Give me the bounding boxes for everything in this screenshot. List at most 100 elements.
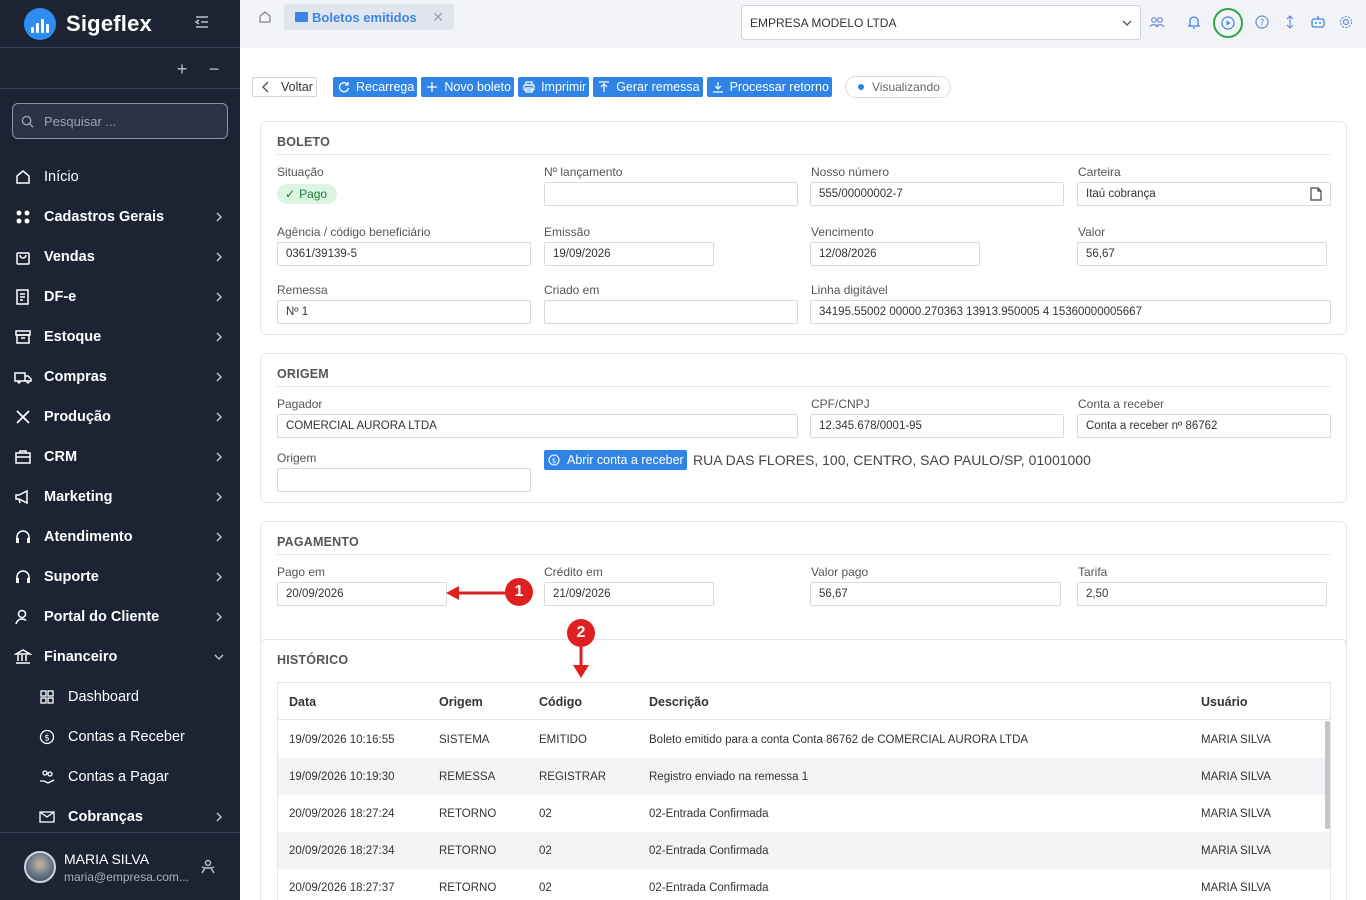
- agencia-field[interactable]: 0361/39139-5: [277, 242, 531, 266]
- vencimento-field[interactable]: 12/08/2026: [810, 242, 980, 266]
- annotation-arrow-2: [573, 645, 589, 678]
- pago-em-field[interactable]: 20/09/2026: [277, 582, 447, 606]
- sidebar-item-dfe[interactable]: DF-e: [0, 277, 240, 317]
- brand-name: Sigeflex: [66, 11, 152, 36]
- conta-receber-field[interactable]: Conta a receber nº 86762: [1077, 414, 1331, 438]
- user-settings-icon[interactable]: [199, 858, 217, 876]
- valor-field[interactable]: 56,67: [1077, 242, 1327, 266]
- collapse-all-icon[interactable]: −: [206, 60, 222, 78]
- cell-origem: SISTEMA: [439, 734, 490, 746]
- column-header[interactable]: Data: [289, 695, 316, 709]
- sidebar-item-cobrancas[interactable]: Cobranças: [0, 797, 240, 837]
- avatar: [24, 851, 56, 883]
- close-tab-icon[interactable]: ✕: [432, 9, 444, 26]
- sidebar-item-marketing[interactable]: Marketing: [0, 477, 240, 517]
- column-header[interactable]: Origem: [439, 695, 483, 709]
- field-label: Crédito em: [544, 565, 603, 579]
- play-circle-icon[interactable]: [1213, 8, 1243, 38]
- credito-em-field[interactable]: 21/09/2026: [544, 582, 714, 606]
- plus-icon: [427, 82, 438, 92]
- field-label: Situação: [277, 165, 324, 179]
- cell-descricao: 02-Entrada Confirmada: [649, 882, 769, 894]
- sidebar-item-label: Início: [44, 169, 79, 185]
- generate-remessa-label: Gerar remessa: [616, 80, 700, 94]
- sidebar-item-contas-receber[interactable]: $ Contas a Receber: [0, 717, 240, 757]
- criado-em-field[interactable]: [544, 300, 798, 324]
- sidebar-item-producao[interactable]: Produção: [0, 397, 240, 437]
- users-icon[interactable]: [1149, 14, 1165, 30]
- sidebar-item-crm[interactable]: CRM: [0, 437, 240, 477]
- table-row[interactable]: 20/09/2026 18:27:24 RETORNO 02 02-Entrad…: [278, 795, 1330, 832]
- sidebar-item-inicio[interactable]: Início: [0, 157, 240, 197]
- column-header[interactable]: Descrição: [649, 695, 709, 709]
- sidebar-item-label: Suporte: [44, 569, 99, 585]
- annotation-arrow-1: [446, 586, 508, 600]
- sidebar-item-atendimento[interactable]: Atendimento: [0, 517, 240, 557]
- collapse-sidebar-icon[interactable]: [192, 12, 212, 32]
- document-icon[interactable]: [1310, 187, 1322, 201]
- cpf-cnpj-field[interactable]: 12.345.678/0001-95: [810, 414, 1064, 438]
- process-retorno-button[interactable]: Processar retorno: [706, 77, 832, 97]
- help-icon[interactable]: ?: [1254, 14, 1270, 30]
- chevron-right-icon: [216, 452, 223, 462]
- field-label: Pago em: [277, 565, 326, 579]
- table-row[interactable]: 19/09/2026 10:19:30 REMESSA REGISTRAR Re…: [278, 758, 1330, 795]
- sidebar-item-contas-pagar[interactable]: Contas a Pagar: [0, 757, 240, 797]
- valor-pago-field[interactable]: 56,67: [810, 582, 1061, 606]
- nosso-numero-field[interactable]: 555/00000002-7: [810, 182, 1064, 206]
- print-label: Imprimir: [541, 80, 587, 94]
- table-row[interactable]: 20/09/2026 18:27:34 RETORNO 02 02-Entrad…: [278, 832, 1330, 869]
- user-panel[interactable]: MARIA SILVA maria@empresa.com...: [0, 832, 240, 900]
- table-row[interactable]: 20/09/2026 18:27:37 RETORNO 02 02-Entrad…: [278, 869, 1330, 900]
- logo-icon: [24, 8, 56, 40]
- table-scrollbar[interactable]: [1325, 721, 1330, 829]
- column-header[interactable]: Código: [539, 695, 582, 709]
- column-header[interactable]: Usuário: [1201, 695, 1248, 709]
- expand-all-icon[interactable]: +: [174, 60, 190, 78]
- emissao-field[interactable]: 19/09/2026: [544, 242, 714, 266]
- brand-logo[interactable]: Sigeflex: [24, 8, 152, 40]
- print-button[interactable]: Imprimir: [518, 77, 590, 97]
- cell-usuario: MARIA SILVA: [1201, 845, 1271, 857]
- sidebar-item-label: Portal do Cliente: [44, 609, 160, 625]
- user-icon: [15, 609, 27, 625]
- tarifa-field[interactable]: 2,50: [1077, 582, 1327, 606]
- reload-button[interactable]: Recarrega: [332, 77, 418, 97]
- table-row[interactable]: 19/09/2026 10:16:55 SISTEMA EMITIDO Bole…: [278, 721, 1330, 758]
- lancamento-field[interactable]: [544, 182, 798, 206]
- sidebar-item-dashboard[interactable]: Dashboard: [0, 677, 240, 717]
- gear-icon[interactable]: [1338, 14, 1354, 30]
- sidebar-item-cadastros[interactable]: Cadastros Gerais: [0, 197, 240, 237]
- company-select[interactable]: EMPRESA MODELO LTDA: [741, 5, 1141, 40]
- sidebar-search-input[interactable]: Pesquisar ...: [12, 103, 228, 139]
- generate-remessa-button[interactable]: Gerar remessa: [593, 77, 703, 97]
- svg-text:?: ?: [1260, 19, 1265, 29]
- printer-icon: [523, 81, 535, 93]
- sidebar-item-compras[interactable]: Compras: [0, 357, 240, 397]
- carteira-field[interactable]: Itaú cobrança: [1077, 182, 1331, 206]
- sidebar-item-financeiro[interactable]: Financeiro: [0, 637, 240, 677]
- pagador-field[interactable]: COMERCIAL AURORA LTDA: [277, 414, 798, 438]
- field-label: Conta a receber: [1078, 397, 1165, 411]
- sidebar-item-estoque[interactable]: Estoque: [0, 317, 240, 357]
- new-boleto-button[interactable]: Novo boleto: [421, 77, 515, 97]
- cell-descricao: 02-Entrada Confirmada: [649, 845, 769, 857]
- chevron-right-icon: [216, 212, 223, 222]
- home-icon[interactable]: [258, 10, 272, 24]
- vertical-arrows-icon[interactable]: [1282, 14, 1298, 30]
- robot-icon[interactable]: [1310, 14, 1326, 30]
- bell-icon[interactable]: [1186, 14, 1202, 30]
- remessa-field[interactable]: Nº 1: [277, 300, 531, 324]
- field-label: Pagador: [277, 397, 323, 411]
- chevron-right-icon: [216, 252, 223, 262]
- sidebar-item-suporte[interactable]: Suporte: [0, 557, 240, 597]
- sidebar-item-portal[interactable]: Portal do Cliente: [0, 597, 240, 637]
- cell-usuario: MARIA SILVA: [1201, 808, 1271, 820]
- open-account-button[interactable]: $ Abrir conta a receber: [544, 450, 687, 470]
- origem-field[interactable]: [277, 468, 531, 492]
- sidebar-item-label: DF-e: [44, 289, 77, 305]
- sidebar-item-vendas[interactable]: Vendas: [0, 237, 240, 277]
- tab-boletos-emitidos[interactable]: Boletos emitidos ✕: [284, 4, 454, 30]
- back-button[interactable]: Voltar: [252, 77, 317, 97]
- linha-digitavel-field[interactable]: 34195.55002 00000.270363 13913.950005 4 …: [810, 300, 1331, 324]
